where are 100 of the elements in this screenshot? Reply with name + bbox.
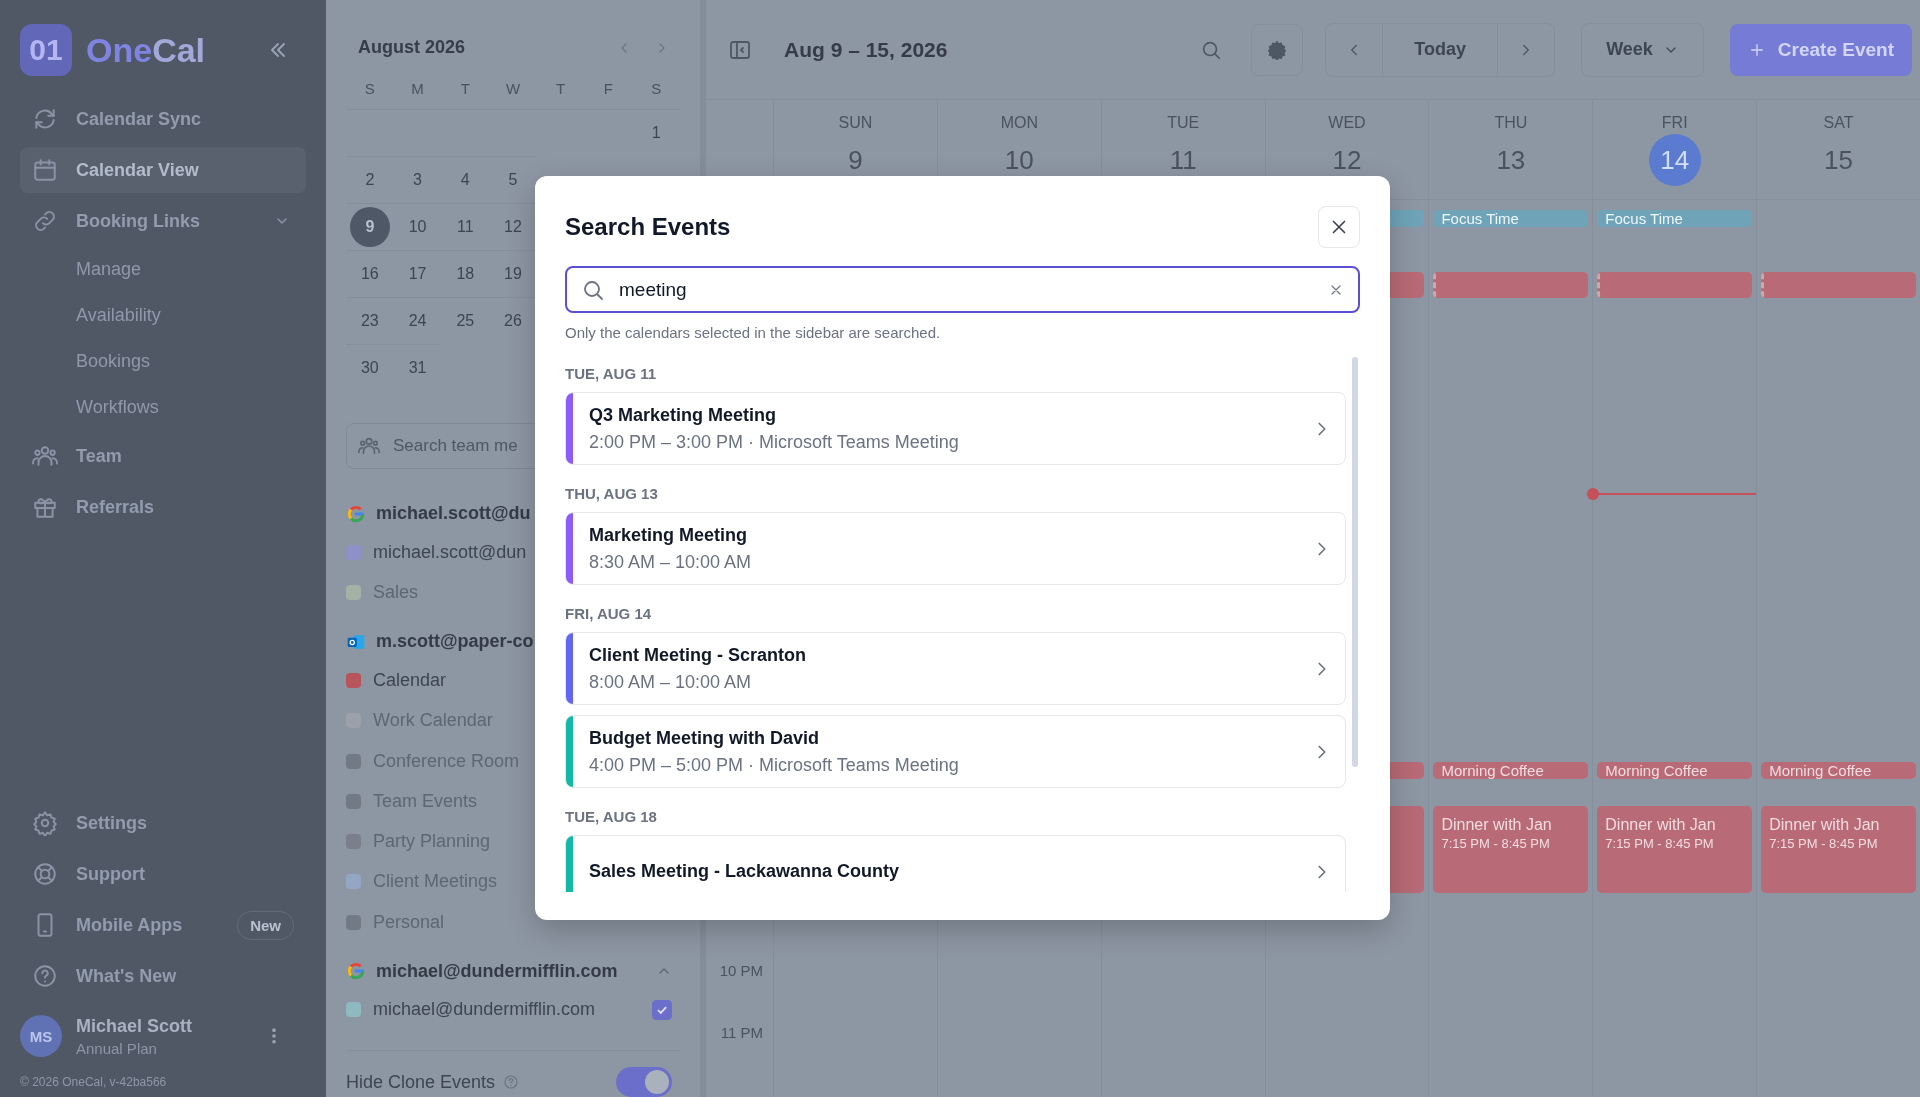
lifebuoy-icon xyxy=(32,861,58,887)
result-detail: 8:30 AM – 10:00 AM xyxy=(589,551,753,573)
user-name: Michael Scott xyxy=(76,1015,193,1037)
calendar-day[interactable]: 3 xyxy=(397,160,438,201)
time-label: 11 PM xyxy=(720,1024,763,1042)
result-detail: 4:00 PM – 5:00 PM · Microsoft Teams Meeting xyxy=(589,754,960,776)
nav-item[interactable]: Support xyxy=(20,851,306,897)
day-number: 12 xyxy=(1331,143,1363,177)
logo-text: OneCal xyxy=(86,30,206,70)
nav-subitem[interactable]: Bookings xyxy=(20,341,151,382)
calendar-day[interactable]: 16 xyxy=(349,254,390,295)
date-heading: TUE, AUG 11 xyxy=(565,364,658,384)
calendar-day[interactable]: 10 xyxy=(397,207,438,248)
event-block[interactable]: Dinner with Jan 7:15 PM - 8:45 PM xyxy=(1433,806,1589,893)
nav-subitem[interactable]: Workflows xyxy=(20,387,159,428)
month-title: August 2026 xyxy=(358,37,466,59)
nav-item[interactable]: Team xyxy=(20,433,306,479)
close-button[interactable] xyxy=(1318,206,1360,248)
calendar-icon xyxy=(32,157,58,183)
date-heading: THU, AUG 13 xyxy=(565,484,659,504)
calendar-day[interactable]: 19 xyxy=(493,254,533,295)
settings-button[interactable] xyxy=(1251,23,1304,76)
search-result[interactable]: Q3 Marketing Meeting 2:00 PM – 3:00 PM · Microsoft Teams Meeting xyxy=(565,392,1346,465)
weekday-label: S xyxy=(363,79,376,100)
nav-item[interactable]: Calendar Sync xyxy=(20,96,306,142)
calendar-day[interactable]: 5 xyxy=(493,160,533,201)
toggle-switch[interactable] xyxy=(616,1067,672,1097)
google-icon xyxy=(346,503,366,524)
calendar-day[interactable]: 9 xyxy=(349,207,390,248)
date-range-title: Aug 9 – 15, 2026 xyxy=(784,37,948,62)
create-event-button[interactable]: Create Event xyxy=(1729,23,1912,76)
weekday-label: MON xyxy=(1000,114,1038,132)
footer-text: © 2026 OneCal, v-42ba566 xyxy=(20,1075,168,1089)
calendar-day[interactable]: 24 xyxy=(397,301,438,342)
event-bar[interactable]: Focus Time xyxy=(1597,210,1753,227)
checkbox[interactable] xyxy=(652,999,672,1020)
weekday-label: W xyxy=(504,79,522,100)
event-block[interactable]: Dinner with Jan 7:15 PM - 8:45 PM xyxy=(1761,806,1916,893)
calendar-day[interactable]: 23 xyxy=(349,301,390,342)
event-bar[interactable]: Morning Coffee xyxy=(1433,762,1589,779)
avatar: MS xyxy=(20,1015,62,1057)
nav-item[interactable]: Settings xyxy=(20,800,306,846)
calendar-day[interactable]: 25 xyxy=(445,301,486,342)
today-button[interactable]: Today xyxy=(1382,23,1499,76)
weekday-label: SUN xyxy=(838,114,873,132)
event-bar[interactable] xyxy=(1597,272,1753,298)
user-plan: Annual Plan xyxy=(76,1039,158,1057)
calendar-day[interactable]: 2 xyxy=(349,160,390,201)
calendar-day[interactable]: 12 xyxy=(493,207,533,248)
search-icon xyxy=(581,278,605,302)
calendar-day[interactable]: 18 xyxy=(445,254,486,295)
view-dropdown[interactable]: Week xyxy=(1581,22,1704,77)
sync-icon xyxy=(32,106,58,132)
nav-item[interactable]: Booking Links xyxy=(20,198,306,244)
scrollbar[interactable] xyxy=(1352,357,1358,767)
result-title: Budget Meeting with David xyxy=(589,727,820,749)
weekday-label: T xyxy=(459,79,471,100)
nav-subitem[interactable]: Manage xyxy=(20,249,142,290)
nav-subitem[interactable]: Availability xyxy=(20,295,161,336)
weekday-label: F xyxy=(602,79,614,100)
event-block[interactable]: Dinner with Jan 7:15 PM - 8:45 PM xyxy=(1597,806,1753,893)
nav-item[interactable]: Calendar View xyxy=(20,147,306,193)
weekday-label: T xyxy=(555,79,567,100)
calendar-day[interactable]: 11 xyxy=(445,207,486,248)
calendar-day[interactable]: 30 xyxy=(349,348,390,389)
date-heading: FRI, AUG 14 xyxy=(565,604,653,624)
calendar-day[interactable]: 31 xyxy=(397,348,438,389)
search-result[interactable]: Marketing Meeting 8:30 AM – 10:00 AM xyxy=(565,512,1346,585)
event-bar[interactable]: Morning Coffee xyxy=(1761,762,1916,779)
nav-item[interactable]: Referrals xyxy=(20,484,306,530)
nav-item[interactable]: What's New xyxy=(20,953,306,999)
account-name: michael@dundermifflin.com xyxy=(376,960,618,982)
google-icon xyxy=(346,961,366,982)
help-icon xyxy=(503,1074,520,1090)
toggle-label: Hide Clone Events xyxy=(346,1071,496,1093)
day-number: 9 xyxy=(847,143,864,177)
calendar-day[interactable]: 26 xyxy=(493,301,533,342)
search-field[interactable]: meeting xyxy=(565,266,1360,313)
day-number: 10 xyxy=(1003,143,1035,177)
calendar-day[interactable]: 1 xyxy=(636,113,677,154)
event-bar[interactable]: Morning Coffee xyxy=(1597,762,1753,779)
event-bar[interactable]: Focus Time xyxy=(1433,210,1589,227)
weekday-label: TUE xyxy=(1167,114,1200,132)
day-number: 13 xyxy=(1495,143,1527,177)
event-bar[interactable] xyxy=(1433,272,1589,298)
search-result[interactable]: Client Meeting - Scranton 8:00 AM – 10:00 AM xyxy=(565,632,1346,705)
day-number: 15 xyxy=(1823,143,1855,177)
weekday-label: WED xyxy=(1328,114,1366,132)
dialog-title: Search Events xyxy=(565,213,731,241)
result-title: Q3 Marketing Meeting xyxy=(589,404,778,426)
nav-item[interactable]: Mobile Apps New xyxy=(20,902,306,948)
day-number: 14 xyxy=(1648,134,1701,186)
hint-text: Only the calendars selected in the sidebar are searched. xyxy=(565,324,942,341)
link-icon xyxy=(32,208,58,234)
search-result[interactable]: Budget Meeting with David 4:00 PM – 5:00 PM · Microsoft Teams Meeting xyxy=(565,715,1346,788)
calendar-day[interactable]: 17 xyxy=(397,254,438,295)
calendar-day[interactable]: 4 xyxy=(445,160,486,201)
search-result[interactable]: Sales Meeting - Lackawanna County xyxy=(565,835,1346,892)
day-number: 11 xyxy=(1168,143,1198,177)
people-icon xyxy=(32,443,58,469)
